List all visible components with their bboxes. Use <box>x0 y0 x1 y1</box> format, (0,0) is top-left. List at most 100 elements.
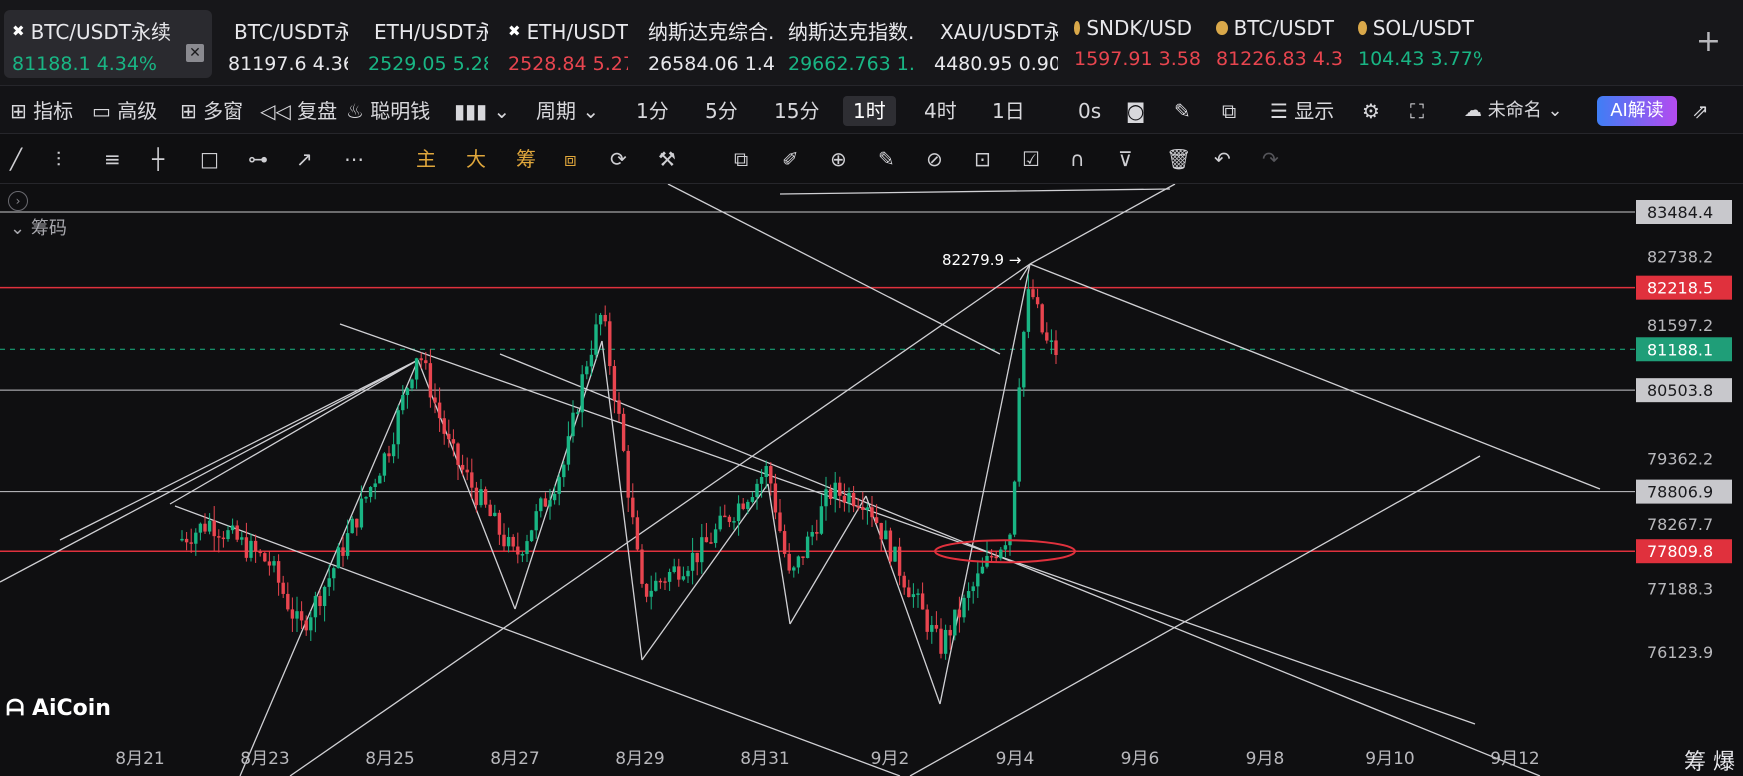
advanced-button[interactable]: ▭ 高级 <box>92 96 157 126</box>
pen-icon[interactable]: ✎ <box>1174 96 1191 126</box>
rectangle-tool-icon[interactable]: □ <box>200 146 219 172</box>
bottom-right-tools[interactable]: 筹 爆 <box>1684 744 1735 776</box>
list-icon: ☰ <box>1270 99 1288 123</box>
aicoin-watermark: ᗩ AiCoin <box>6 696 111 721</box>
collapse-icon[interactable]: › <box>8 191 28 211</box>
tab-xau-usdt[interactable]: XAU/USDT永 4480.95 0.90% <box>926 10 1058 78</box>
layout-dropdown[interactable]: ☁ 未命名 ⌄ <box>1464 96 1563 126</box>
tab-name: ETH/USDT永 <box>374 20 488 44</box>
fullscreen-icon[interactable]: ⛶ <box>1410 96 1424 126</box>
tab-btc-usdt-2[interactable]: BTC/USDT永 81197.6 4.36% <box>220 10 348 78</box>
candle-body <box>203 523 207 532</box>
trendline <box>767 483 791 625</box>
measure-tool-icon[interactable]: ⊶ <box>248 146 268 172</box>
tab-change: 4.34% <box>96 53 157 75</box>
horizontal-lines-tool-icon[interactable]: ≡ <box>104 146 121 172</box>
display-button[interactable]: ☰ 显示 <box>1270 96 1334 126</box>
date-axis-label: 9月8 <box>1246 749 1285 769</box>
x-logo-icon: ✖ <box>12 21 25 40</box>
edit-list-icon[interactable]: ☑ <box>1022 146 1040 172</box>
candle-body <box>819 506 824 534</box>
period-15m[interactable]: 15分 <box>774 96 819 126</box>
period-1d[interactable]: 1日 <box>992 96 1025 126</box>
sync-tool-icon[interactable]: ⟳ <box>610 146 627 172</box>
hide-drawings-icon[interactable]: ⊘ <box>926 146 943 172</box>
chart-type-dropdown[interactable]: ▮▮▮ ⌄ <box>454 96 510 126</box>
candle-body <box>318 595 322 607</box>
chips-tool[interactable]: 筹 <box>516 146 536 172</box>
tab-btc-usdt-perp[interactable]: ✖ BTC/USDT永续 81188.1 4.34% ✕ <box>4 10 212 78</box>
candle-body <box>989 555 994 558</box>
candle-body <box>948 629 952 636</box>
tab-sndk-usd[interactable]: SNDK/USD 1597.91 3.58% <box>1066 10 1200 78</box>
trendline-tool-icon[interactable]: ╱ <box>10 146 22 172</box>
close-icon[interactable]: ✕ <box>186 44 204 62</box>
period-5m[interactable]: 5分 <box>705 96 738 126</box>
price-axis-label: 77188.3 <box>1647 579 1713 598</box>
replay-button[interactable]: ◁◁ 复盘 <box>260 96 337 126</box>
tab-name: XAU/USDT永 <box>940 20 1058 44</box>
ai-interpret-button[interactable]: AI解读 <box>1597 96 1677 126</box>
tab-nasdaq-index[interactable]: 纳斯达克指数... 29662.763 1.4 <box>780 10 914 78</box>
indicators-button[interactable]: ⊞ 指标 <box>10 96 73 126</box>
parallel-lines-tool-icon[interactable]: ⫶ <box>56 146 61 172</box>
candle-body <box>313 595 318 618</box>
trendline <box>667 184 1001 355</box>
candle-body <box>382 453 387 476</box>
tab-eth-usdt-2[interactable]: ✖ ETH/USDT永 2528.84 5.27% <box>500 10 628 78</box>
copy-icon[interactable]: ⧉ <box>734 146 748 172</box>
date-axis-label: 8月25 <box>365 749 414 769</box>
horizontal-ray-tool-icon[interactable]: ┼ <box>152 146 164 172</box>
candle-body <box>286 593 290 610</box>
tab-btc-usdt-spot[interactable]: BTC/USDT 81226.83 4.34 <box>1208 10 1342 78</box>
period-dropdown[interactable]: 周期 ⌄ <box>536 96 599 126</box>
candle-body <box>272 561 276 566</box>
chip-label: 筹码 <box>30 218 67 239</box>
eraser-icon[interactable]: ✎ <box>878 146 895 172</box>
tab-eth-usdt[interactable]: ETH/USDT永 2529.05 5.28% <box>360 10 488 78</box>
camera-icon[interactable]: ◙ <box>1126 96 1145 126</box>
tab-sol-usdt[interactable]: SOL/USDT 104.43 3.77% <box>1350 10 1482 78</box>
multiwindow-button[interactable]: ⊞ 多窗 <box>180 96 243 126</box>
zoom-in-icon[interactable]: ⊕ <box>830 146 847 172</box>
candle-body <box>865 507 870 510</box>
drawing-toolbar: ╱ ⫶ ≡ ┼ □ ⊶ ↗ ⋯ 主 大 筹 ⧈ ⟳ ⚒ ⧉ ✐ ⊕ ✎ ⊘ ⊡ … <box>0 134 1743 184</box>
new-window-icon[interactable]: ⧉ <box>1222 96 1236 126</box>
delete-icon[interactable]: 🗑 <box>1166 146 1191 172</box>
filter-icon[interactable]: ⊽ <box>1118 146 1133 172</box>
add-tab-icon[interactable]: + <box>1696 24 1721 59</box>
price-axis-label: 81188.1 <box>1647 340 1713 359</box>
magnet-icon[interactable]: ∩ <box>1070 146 1085 172</box>
smartmoney-button[interactable]: ♨ 聪明钱 <box>346 96 430 126</box>
redo-icon[interactable]: ↷ <box>1262 146 1279 172</box>
chip-indicator-label[interactable]: ⌄ 筹码 <box>10 214 67 240</box>
grid-icon: ⊞ <box>180 99 197 123</box>
candlestick-chart[interactable]: 82279.9 → 83484.4 82738.2 82218.5 81597.2 811… <box>0 184 1743 776</box>
candle-body <box>658 580 663 583</box>
candle-body <box>732 521 736 523</box>
big-order-tool[interactable]: 大 <box>466 146 486 172</box>
tab-name: BTC/USDT永续 <box>30 20 171 44</box>
share-icon[interactable]: ⇗ <box>1692 96 1709 126</box>
candle-body <box>497 512 502 535</box>
ruler-icon[interactable]: ✐ <box>782 146 799 172</box>
arrow-tool-icon[interactable]: ↗ <box>296 146 313 172</box>
candle-body <box>635 517 640 550</box>
more-tools-icon[interactable]: ⋯ <box>344 146 364 172</box>
candle-body <box>939 628 943 654</box>
tab-nasdaq-composite[interactable]: 纳斯达克综合... 26584.06 1.40% <box>640 10 776 78</box>
main-force-tool[interactable]: 主 <box>416 146 436 172</box>
draw-settings-icon[interactable]: ⚒ <box>658 146 676 172</box>
candle-body <box>359 498 364 528</box>
candle-body <box>414 358 419 380</box>
period-4h[interactable]: 4时 <box>924 96 957 126</box>
pattern-tool-icon[interactable]: ⧈ <box>564 146 577 172</box>
settings-icon[interactable]: ⚙ <box>1362 96 1380 126</box>
candle-body <box>654 580 658 591</box>
period-1m[interactable]: 1分 <box>636 96 669 126</box>
period-1h[interactable]: 1时 <box>843 96 896 126</box>
undo-icon[interactable]: ↶ <box>1214 146 1231 172</box>
tab-change: 0.90% <box>1018 53 1058 75</box>
candle-body <box>897 546 902 576</box>
unlock-icon[interactable]: ⊡ <box>974 146 991 172</box>
